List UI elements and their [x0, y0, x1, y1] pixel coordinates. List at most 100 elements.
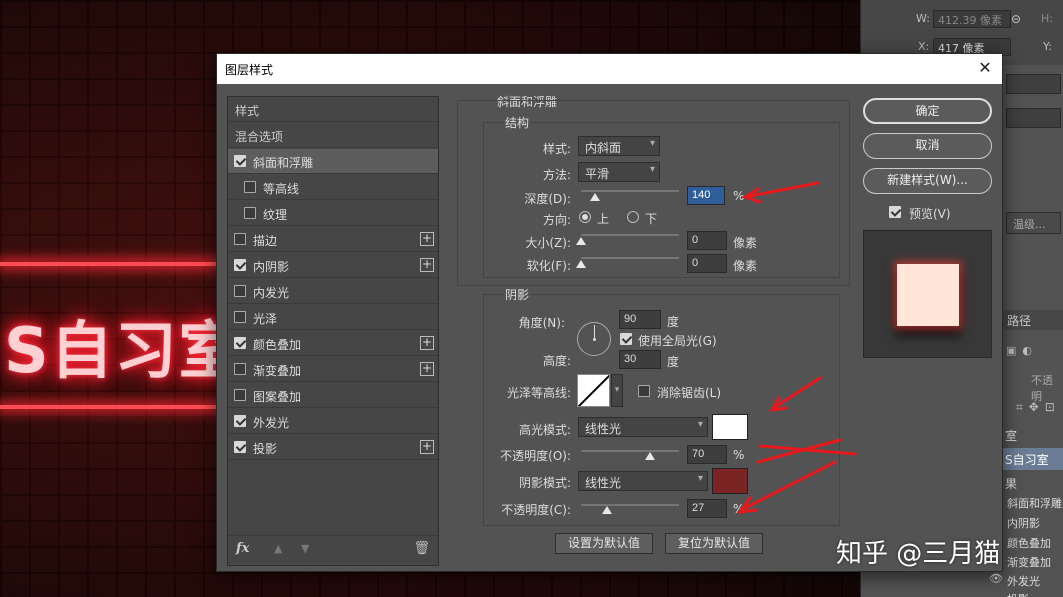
- checkbox[interactable]: [234, 311, 246, 323]
- layer-row[interactable]: 室: [1001, 424, 1063, 446]
- angle-label: 角度(N):: [518, 316, 565, 330]
- checkbox[interactable]: [234, 415, 246, 427]
- highlight-opacity-input[interactable]: 70: [687, 445, 727, 464]
- list-item-satin[interactable]: 光泽: [228, 305, 438, 330]
- list-item-outer-glow[interactable]: 外发光: [228, 409, 438, 434]
- highlight-color-swatch[interactable]: [712, 414, 748, 440]
- list-item-inner-shadow[interactable]: 内阴影 +: [228, 253, 438, 278]
- checkbox[interactable]: [234, 155, 246, 167]
- layer-filter-icons[interactable]: ▣◐: [1006, 344, 1038, 357]
- angle-dial[interactable]: [577, 322, 611, 356]
- list-item-contour[interactable]: 等高线: [228, 175, 438, 200]
- bevel-style-select[interactable]: 内斜面 ▾: [578, 136, 660, 156]
- checkbox[interactable]: [234, 259, 246, 271]
- list-item-gradient-overlay[interactable]: 渐变叠加 +: [228, 357, 438, 382]
- y-label: Y:: [1043, 40, 1052, 53]
- anti-alias-checkbox[interactable]: [638, 385, 650, 397]
- cancel-button[interactable]: 取消: [863, 133, 992, 159]
- list-item-blending-options[interactable]: 混合选项: [228, 123, 438, 148]
- list-item-styles[interactable]: 样式: [228, 97, 438, 122]
- new-style-button[interactable]: 新建样式(W)...: [863, 168, 992, 194]
- technique-select[interactable]: 平滑 ▾: [578, 162, 660, 182]
- layer-effect-item[interactable]: 斜面和浮雕: [1001, 495, 1063, 511]
- panel-dropdown[interactable]: [1006, 108, 1061, 128]
- tab-paths[interactable]: 路径: [1001, 310, 1063, 330]
- fx-icon[interactable]: fx: [236, 541, 249, 556]
- list-item-bevel-emboss[interactable]: 斜面和浮雕: [228, 149, 438, 174]
- highlight-opacity-slider-track[interactable]: [581, 450, 679, 452]
- depth-input[interactable]: 140: [687, 186, 725, 205]
- soften-slider-track[interactable]: [581, 257, 679, 259]
- panel-button[interactable]: 温级...: [1006, 212, 1061, 234]
- reset-default-button[interactable]: 复位为默认值: [665, 533, 763, 554]
- checkbox[interactable]: [244, 207, 256, 219]
- eye-icon[interactable]: 👁: [989, 572, 1003, 585]
- add-icon[interactable]: +: [420, 232, 434, 246]
- ok-button[interactable]: 确定: [863, 98, 992, 124]
- layer-effect-item[interactable]: 投影: [1001, 591, 1063, 597]
- dialog-titlebar[interactable]: 图层样式 ✕: [217, 54, 1002, 84]
- angle-input[interactable]: 90: [619, 310, 661, 329]
- checkbox[interactable]: [234, 441, 246, 453]
- checkbox[interactable]: [244, 181, 256, 193]
- link-icon[interactable]: ⊝: [1011, 12, 1021, 26]
- list-item-inner-glow[interactable]: 内发光: [228, 279, 438, 304]
- add-icon[interactable]: +: [420, 336, 434, 350]
- checkbox[interactable]: [234, 363, 246, 375]
- preview-label: 预览(V): [909, 207, 951, 221]
- anti-alias-label: 消除锯齿(L): [657, 386, 722, 400]
- move-up-icon[interactable]: ▲: [274, 542, 282, 555]
- shadow-opacity-input[interactable]: 27: [687, 499, 727, 518]
- add-icon[interactable]: +: [420, 440, 434, 454]
- soften-input[interactable]: 0: [687, 254, 727, 273]
- layer-row-selected[interactable]: S自习室: [1001, 448, 1063, 470]
- highlight-opacity-slider-thumb[interactable]: [644, 452, 655, 460]
- list-item-drop-shadow[interactable]: 投影 +: [228, 435, 438, 460]
- altitude-input[interactable]: 30: [619, 350, 661, 369]
- shadow-color-swatch[interactable]: [712, 468, 748, 494]
- checkbox[interactable]: [234, 337, 246, 349]
- trash-icon[interactable]: 🗑: [413, 541, 430, 556]
- direction-up-label: 上: [597, 212, 610, 226]
- gloss-contour-preview[interactable]: [577, 374, 610, 407]
- size-input[interactable]: 0: [687, 231, 727, 250]
- preview-checkbox[interactable]: [889, 206, 901, 218]
- global-light-checkbox[interactable]: [620, 333, 632, 345]
- layer-effect-item[interactable]: 外发光: [1001, 573, 1063, 589]
- checkbox[interactable]: [234, 389, 246, 401]
- height-label: H:: [1041, 12, 1053, 25]
- layer-row[interactable]: 果: [1001, 472, 1063, 494]
- layer-effect-item[interactable]: 内阴影: [1001, 515, 1063, 531]
- depth-slider-track[interactable]: [581, 190, 679, 192]
- layer-lock-icons[interactable]: ⌗✥⊡: [1016, 400, 1061, 415]
- layer-effect-item[interactable]: 渐变叠加: [1001, 554, 1063, 570]
- add-icon[interactable]: +: [420, 362, 434, 376]
- set-default-button[interactable]: 设置为默认值: [555, 533, 653, 554]
- close-icon[interactable]: ✕: [974, 58, 996, 80]
- size-slider-track[interactable]: [581, 234, 679, 236]
- size-slider-thumb[interactable]: [576, 237, 586, 245]
- width-field[interactable]: 412.39 像素: [933, 10, 1011, 28]
- depth-slider-thumb[interactable]: [589, 193, 600, 201]
- add-icon[interactable]: +: [420, 258, 434, 272]
- checkbox[interactable]: [234, 285, 246, 297]
- list-item-texture[interactable]: 纹理: [228, 201, 438, 226]
- gloss-contour-label: 光泽等高线:: [506, 386, 571, 400]
- list-item-color-overlay[interactable]: 颜色叠加 +: [228, 331, 438, 356]
- panel-dropdown[interactable]: [1006, 74, 1061, 94]
- layer-effect-item[interactable]: 颜色叠加: [1001, 535, 1063, 551]
- soften-slider-thumb[interactable]: [576, 260, 586, 268]
- shadow-mode-select[interactable]: 线性光 ▾: [578, 471, 708, 491]
- shadow-opacity-unit: %: [733, 502, 745, 516]
- highlight-mode-select[interactable]: 线性光 ▾: [578, 417, 708, 437]
- list-item-stroke[interactable]: 描边 +: [228, 227, 438, 252]
- shadow-opacity-slider-track[interactable]: [581, 504, 679, 506]
- move-down-icon[interactable]: ▼: [301, 542, 309, 555]
- direction-down-radio[interactable]: [627, 211, 639, 223]
- chevron-down-icon[interactable]: ▾: [611, 374, 623, 407]
- checkbox[interactable]: [234, 233, 246, 245]
- direction-up-radio[interactable]: [579, 211, 591, 223]
- shadow-opacity-slider-thumb[interactable]: [602, 506, 613, 514]
- list-item-pattern-overlay[interactable]: 图案叠加: [228, 383, 438, 408]
- structure-heading: 结构: [503, 114, 532, 131]
